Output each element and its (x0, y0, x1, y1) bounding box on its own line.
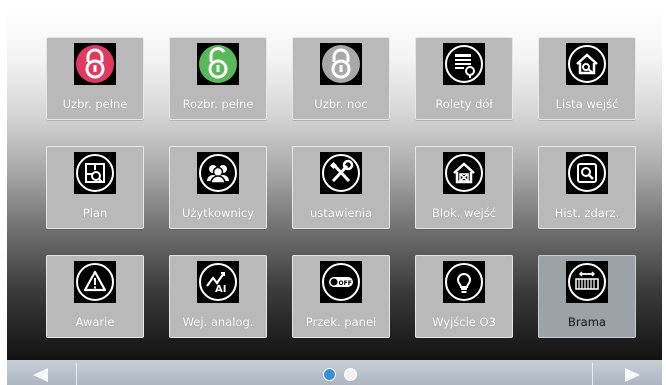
tools-icon (320, 152, 362, 194)
prev-page-button[interactable] (7, 360, 77, 385)
house-list-icon (566, 43, 608, 85)
tile-uzbr-noc[interactable]: Uzbr. noc (292, 37, 390, 120)
divider (592, 363, 593, 385)
tile-wyjscie-o3[interactable]: Wyjście O3 (415, 255, 513, 338)
tile-przek-panel[interactable]: OFF Przek. panel (292, 255, 390, 338)
tile-lista-wejsc[interactable]: Lista wejść (538, 37, 636, 120)
tile-label: Rolety dół (435, 97, 493, 111)
history-icon (566, 152, 608, 194)
tile-blok-wejsc[interactable]: Blok. wejść (415, 146, 513, 229)
tile-wej-analog[interactable]: AI Wej. analog. (169, 255, 267, 338)
page-indicator[interactable] (344, 368, 357, 381)
users-icon (197, 152, 239, 194)
tile-hist-zdarz[interactable]: Hist. zdarz. (538, 146, 636, 229)
next-page-button[interactable] (592, 360, 662, 385)
arrow-left-icon (33, 368, 48, 382)
tile-label: Wej. analog. (182, 315, 254, 329)
lightbulb-icon (443, 261, 485, 303)
blinds-down-icon (443, 43, 485, 85)
tile-rozbr-pelne[interactable]: Rozbr. pełne (169, 37, 267, 120)
page-navigation-bar (7, 360, 662, 385)
padlock-grey-icon (320, 43, 362, 85)
house-block-icon (443, 152, 485, 194)
tile-label: Blok. wejść (431, 206, 497, 220)
divider (76, 363, 77, 385)
analog-input-icon: AI (197, 261, 239, 303)
svg-text:AI: AI (215, 284, 226, 295)
tile-uzytkownicy[interactable]: Użytkownicy (169, 146, 267, 229)
tile-label: Użytkownicy (181, 206, 255, 220)
gate-icon (566, 261, 608, 303)
tile-label: Wyjście O3 (432, 315, 496, 329)
padlock-open-green-icon (197, 43, 239, 85)
tile-uzbr-pelne[interactable]: Uzbr. pełne (46, 37, 144, 120)
page-indicator-active[interactable] (323, 368, 336, 381)
tile-label: Przek. panel (305, 315, 377, 329)
tile-label: Brama (568, 315, 606, 329)
floor-plan-icon (74, 152, 116, 194)
tile-label: Rozbr. pełne (182, 97, 254, 111)
arrow-right-icon (625, 368, 640, 382)
tile-plan[interactable]: Plan (46, 146, 144, 229)
tile-label: Plan (82, 206, 108, 220)
tile-label: Uzbr. pełne (62, 97, 128, 111)
tile-rolety-dol[interactable]: Rolety dół (415, 37, 513, 120)
warning-icon (74, 261, 116, 303)
padlock-closed-red-icon (74, 43, 116, 85)
tile-label: Hist. zdarz. (554, 206, 620, 220)
tile-label: ustawienia (309, 206, 373, 220)
tile-grid: Uzbr. pełne Rozbr. pełne Uzbr. noc Rolet… (7, 8, 662, 360)
tile-brama[interactable]: Brama (538, 255, 636, 338)
svg-text:OFF: OFF (339, 280, 352, 287)
tile-ustawienia[interactable]: ustawienia (292, 146, 390, 229)
tile-label: Uzbr. noc (314, 97, 368, 111)
off-switch-icon: OFF (320, 261, 362, 303)
tile-awarie[interactable]: Awarie (46, 255, 144, 338)
tile-label: Awarie (75, 315, 115, 329)
tile-label: Lista wejść (555, 97, 619, 111)
